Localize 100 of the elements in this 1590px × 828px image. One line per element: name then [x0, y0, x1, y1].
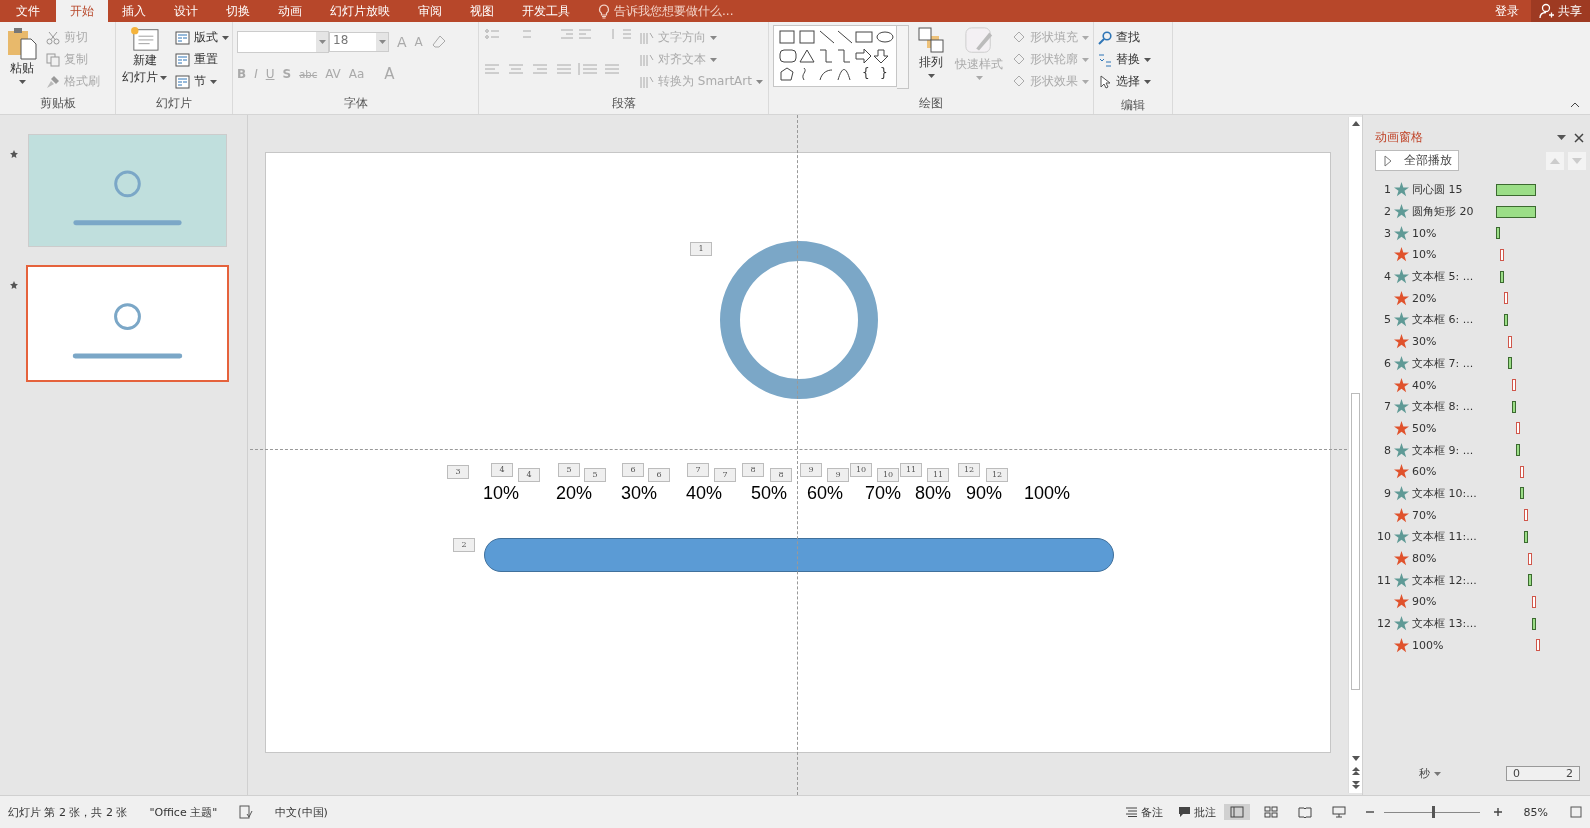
spellcheck-icon[interactable]: [239, 805, 254, 819]
percent-label[interactable]: 90%: [966, 483, 1003, 504]
animation-tag[interactable]: 4: [518, 468, 540, 482]
next-slide-icon[interactable]: [1351, 781, 1360, 789]
percent-label[interactable]: 100%: [1024, 483, 1071, 504]
animation-item[interactable]: 文本框 11:...: [1412, 529, 1496, 545]
timing-bar[interactable]: [1496, 183, 1536, 196]
close-icon[interactable]: [1574, 132, 1584, 143]
timing-bar[interactable]: [1536, 639, 1540, 652]
ribbon-tab[interactable]: 动画: [264, 0, 316, 22]
timing-bar[interactable]: [1512, 379, 1516, 392]
editing-button[interactable]: 查找: [1098, 27, 1168, 48]
percent-label[interactable]: 50%: [751, 483, 788, 504]
animation-item[interactable]: 文本框 8: ...: [1412, 399, 1496, 415]
animation-tag[interactable]: 6: [622, 463, 644, 477]
animation-tag[interactable]: 3: [447, 465, 469, 479]
animation-item[interactable]: 30%: [1412, 335, 1496, 349]
scrollbar-thumb[interactable]: [1351, 393, 1360, 690]
ring-shape[interactable]: [719, 240, 879, 400]
zoom-level[interactable]: 85%: [1523, 805, 1548, 819]
ribbon-tab[interactable]: 审阅: [404, 0, 456, 22]
animation-tag[interactable]: 7: [687, 463, 709, 477]
shape-gallery[interactable]: { }: [773, 25, 897, 87]
animation-tag[interactable]: 6: [648, 468, 670, 482]
animation-tag[interactable]: 8: [770, 468, 792, 482]
ribbon-tab[interactable]: 切换: [212, 0, 264, 22]
brace-shape[interactable]: }: [880, 66, 888, 80]
animation-item[interactable]: 同心圆 15: [1412, 182, 1496, 198]
animation-tag[interactable]: 12: [958, 463, 980, 477]
percent-label[interactable]: 20%: [556, 483, 593, 504]
animation-tag[interactable]: 9: [800, 463, 822, 477]
ribbon-tab[interactable]: 视图: [456, 0, 508, 22]
editing-button[interactable]: 替换: [1098, 49, 1168, 70]
animation-item[interactable]: 90%: [1412, 595, 1496, 609]
ribbon-tab[interactable]: 开始: [56, 0, 108, 22]
animation-item[interactable]: 文本框 7: ...: [1412, 355, 1496, 371]
timing-bar[interactable]: [1504, 292, 1508, 305]
editing-button[interactable]: 选择: [1098, 71, 1168, 92]
timing-bar[interactable]: [1528, 552, 1532, 565]
percent-label[interactable]: 60%: [807, 483, 844, 504]
zoom-in-icon[interactable]: [1493, 808, 1502, 816]
notes-button[interactable]: 备注: [1125, 804, 1163, 820]
timing-bar[interactable]: [1500, 248, 1504, 261]
animation-tag[interactable]: 10: [850, 463, 872, 477]
time-unit-dropdown[interactable]: 秒: [1419, 766, 1441, 781]
share-button[interactable]: 共享: [1531, 0, 1590, 22]
animation-tag[interactable]: 2: [453, 538, 475, 552]
animation-tag[interactable]: 12: [986, 468, 1008, 482]
language-label[interactable]: 中文(中国): [275, 804, 328, 820]
animation-item[interactable]: 文本框 5: ...: [1412, 269, 1496, 285]
comments-button[interactable]: 批注: [1178, 804, 1216, 820]
timing-bar[interactable]: [1516, 444, 1520, 457]
brace-shape[interactable]: {: [862, 66, 870, 80]
font-name-field[interactable]: [237, 31, 329, 53]
zoom-slider-thumb[interactable]: [1431, 805, 1435, 818]
previous-slide-icon[interactable]: [1351, 767, 1360, 775]
paste-button[interactable]: 粘贴: [4, 25, 40, 94]
animation-item[interactable]: 文本框 10:...: [1412, 485, 1496, 501]
ribbon-tab[interactable]: 幻灯片放映: [316, 0, 404, 22]
animation-tag[interactable]: 7: [714, 468, 736, 482]
timing-bar[interactable]: [1512, 400, 1516, 413]
timing-bar[interactable]: [1516, 422, 1520, 435]
animation-tag[interactable]: 10: [877, 468, 899, 482]
animation-tag[interactable]: 9: [827, 468, 849, 482]
slides-button[interactable]: 版式: [175, 27, 229, 48]
collapse-ribbon-icon[interactable]: [1570, 102, 1580, 108]
animation-tag[interactable]: 4: [491, 463, 513, 477]
animation-item[interactable]: 40%: [1412, 378, 1496, 392]
animation-tag[interactable]: 1: [690, 242, 712, 256]
timing-bar[interactable]: [1508, 335, 1512, 348]
new-slide-button[interactable]: 新建 幻灯片: [120, 25, 169, 94]
timing-bar[interactable]: [1528, 574, 1532, 587]
pane-options-icon[interactable]: [1557, 135, 1566, 140]
timing-bar[interactable]: [1524, 509, 1528, 522]
arrange-button[interactable]: 排列: [915, 25, 947, 94]
timing-bar[interactable]: [1520, 487, 1524, 500]
animation-tag[interactable]: 11: [900, 463, 922, 477]
ribbon-tab[interactable]: 文件: [0, 0, 56, 22]
percent-label[interactable]: 40%: [686, 483, 723, 504]
animation-tag[interactable]: 5: [584, 468, 606, 482]
animation-item[interactable]: 文本框 6: ...: [1412, 312, 1496, 328]
animation-item[interactable]: 文本框 12:...: [1412, 572, 1496, 588]
scroll-down-icon[interactable]: [1351, 756, 1360, 761]
percent-label[interactable]: 70%: [865, 483, 902, 504]
timing-bar[interactable]: [1504, 313, 1508, 326]
timing-bar[interactable]: [1524, 530, 1528, 543]
play-all-button[interactable]: 全部播放: [1375, 150, 1459, 171]
animation-tag[interactable]: 8: [742, 463, 764, 477]
percent-label[interactable]: 10%: [483, 483, 520, 504]
timing-bar[interactable]: [1532, 595, 1536, 608]
slides-button[interactable]: 重置: [175, 49, 229, 70]
tell-me-field[interactable]: 告诉我您想要做什么...: [584, 0, 734, 22]
animation-item[interactable]: 100%: [1412, 638, 1496, 652]
timing-bar[interactable]: [1520, 465, 1524, 478]
timing-bar[interactable]: [1500, 270, 1504, 283]
animation-item[interactable]: 10%: [1412, 248, 1496, 262]
scroll-up-icon[interactable]: [1351, 121, 1360, 126]
animation-item[interactable]: 50%: [1412, 421, 1496, 435]
zoom-out-icon[interactable]: [1365, 808, 1374, 816]
timing-bar[interactable]: [1496, 205, 1536, 218]
